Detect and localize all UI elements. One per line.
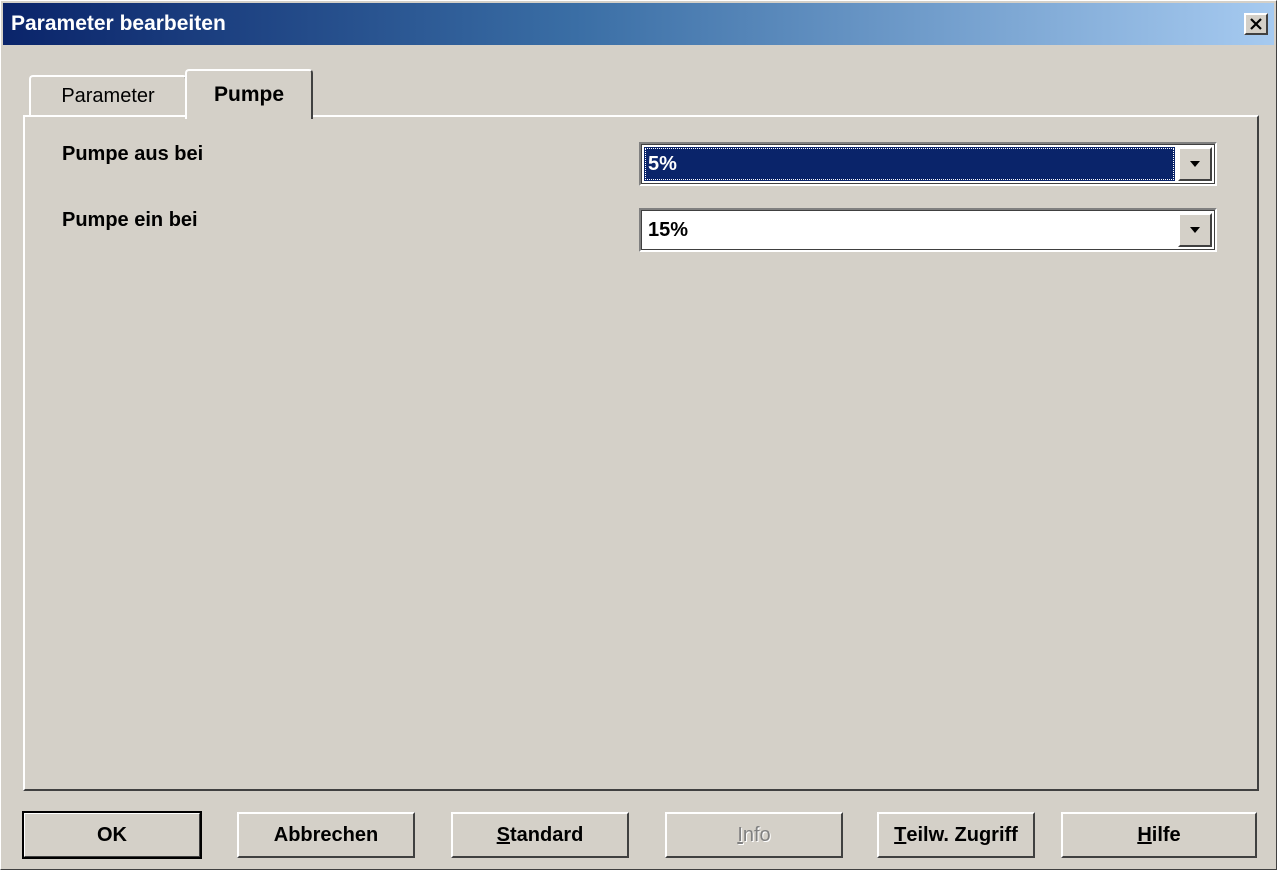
pump-on-dropdown-button[interactable] — [1178, 213, 1212, 247]
cancel-button[interactable]: Abbrechen — [237, 812, 415, 858]
ok-button-label: OK — [97, 823, 127, 846]
standard-mnemonic: S — [496, 823, 510, 846]
tab-label: Parameter — [61, 84, 155, 107]
chevron-down-icon — [1189, 221, 1201, 239]
partial-access-mnemonic: T — [894, 823, 907, 846]
dialog-window: Parameter bearbeiten Parameter Pumpe Pum… — [0, 0, 1277, 870]
ok-button[interactable]: OK — [22, 811, 202, 859]
pump-on-select[interactable]: 15% — [639, 208, 1217, 252]
help-mnemonic: H — [1137, 823, 1152, 846]
tab-label: Pumpe — [213, 83, 284, 106]
pump-on-label: Pumpe ein bei — [62, 209, 198, 231]
close-button[interactable] — [1244, 13, 1268, 35]
pump-off-dropdown-button[interactable] — [1178, 147, 1212, 181]
help-label-rest: ilfe — [1151, 823, 1181, 846]
pump-off-label: Pumpe aus bei — [62, 143, 204, 165]
cancel-button-label: Abbrechen — [273, 823, 379, 846]
info-label-rest: nfo — [742, 823, 771, 846]
partial-access-button[interactable]: Teilw. Zugriff — [877, 812, 1035, 858]
standard-button[interactable]: Standard — [451, 812, 629, 858]
tab-parameter[interactable]: Parameter — [29, 75, 187, 115]
title-bar[interactable]: Parameter bearbeiten — [3, 3, 1274, 45]
close-icon — [1249, 18, 1263, 30]
info-button[interactable]: Info — [665, 812, 843, 858]
pump-on-value[interactable]: 15% — [644, 213, 1175, 247]
window-title: Parameter bearbeiten — [11, 12, 226, 35]
pump-off-select[interactable]: 5% — [639, 142, 1217, 186]
tab-pumpe[interactable]: Pumpe — [185, 69, 313, 119]
pump-off-value[interactable]: 5% — [644, 147, 1175, 181]
chevron-down-icon — [1189, 155, 1201, 173]
help-button[interactable]: Hilfe — [1061, 812, 1257, 858]
partial-access-label-rest: eilw. Zugriff — [906, 823, 1018, 846]
standard-label-rest: tandard — [510, 823, 584, 846]
